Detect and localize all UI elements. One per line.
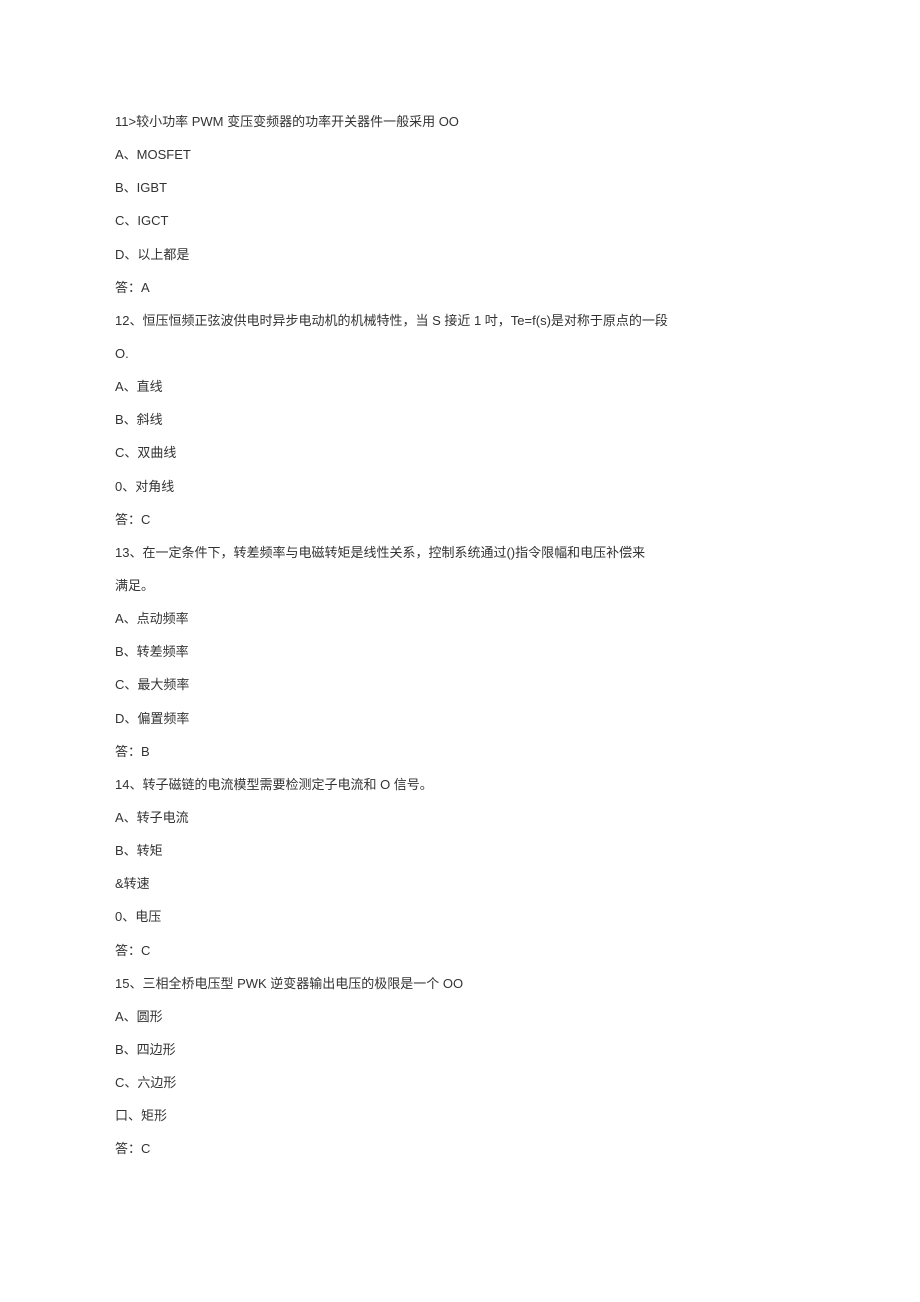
q12-stem-line2: O. (115, 337, 805, 370)
q15-answer: 答：C (115, 1132, 805, 1165)
q15-option-c: C、六边形 (115, 1066, 805, 1099)
q13-stem-line1: 13、在一定条件下，转差频率与电磁转矩是线性关系，控制系统通过()指令限幅和电压… (115, 536, 805, 569)
q13-option-d: D、偏置频率 (115, 702, 805, 735)
q13-option-b: B、转差频率 (115, 635, 805, 668)
q11-option-b: B、IGBT (115, 171, 805, 204)
q15-stem: 15、三相全桥电压型 PWK 逆变器输出电压的极限是一个 OO (115, 967, 805, 1000)
q15-option-a: A、圆形 (115, 1000, 805, 1033)
q14-stem: 14、转子磁链的电流模型需要检测定子电流和 O 信号。 (115, 768, 805, 801)
q12-stem-line1: 12、恒压恒频正弦波供电时异步电动机的机械特性，当 S 接近 1 吋，Te=f(… (115, 304, 805, 337)
q13-stem-line2: 满足。 (115, 569, 805, 602)
q12-option-d: 0、对角线 (115, 470, 805, 503)
q13-answer: 答：B (115, 735, 805, 768)
q12-option-b: B、斜线 (115, 403, 805, 436)
q11-option-a: A、MOSFET (115, 138, 805, 171)
q15-option-b: B、四边形 (115, 1033, 805, 1066)
q14-answer: 答：C (115, 934, 805, 967)
q11-stem: 11>较小功率 PWM 变压变频器的功率开关器件一般采用 OO (115, 105, 805, 138)
document-page: 11>较小功率 PWM 变压变频器的功率开关器件一般采用 OO A、MOSFET… (0, 0, 920, 1226)
q14-option-b: B、转矩 (115, 834, 805, 867)
q12-option-a: A、直线 (115, 370, 805, 403)
q13-option-c: C、最大频率 (115, 668, 805, 701)
q13-option-a: A、点动频率 (115, 602, 805, 635)
q14-option-a: A、转子电流 (115, 801, 805, 834)
q11-option-d: D、以上都是 (115, 238, 805, 271)
q14-option-c: &转速 (115, 867, 805, 900)
q15-option-d: 口、矩形 (115, 1099, 805, 1132)
q12-answer: 答：C (115, 503, 805, 536)
q11-option-c: C、IGCT (115, 204, 805, 237)
q11-answer: 答：A (115, 271, 805, 304)
q12-option-c: C、双曲线 (115, 436, 805, 469)
q14-option-d: 0、电压 (115, 900, 805, 933)
